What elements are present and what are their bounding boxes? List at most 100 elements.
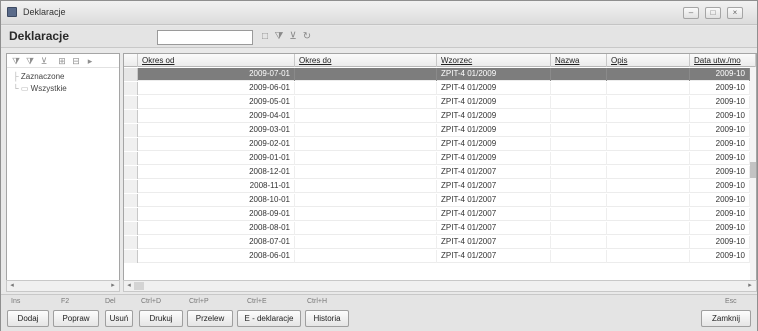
- row-selector[interactable]: [124, 180, 138, 193]
- transfer-button[interactable]: Przelew: [187, 310, 233, 327]
- cell-nazwa[interactable]: [551, 96, 607, 109]
- cell-wzorzec[interactable]: ZPIT-4 01/2007: [437, 208, 551, 221]
- row-selector[interactable]: [124, 208, 138, 221]
- cell-opis[interactable]: [607, 250, 690, 263]
- table-row[interactable]: 2009-03-01 ZPIT-4 01/2009 2009-10: [124, 124, 756, 137]
- cell-nazwa[interactable]: [551, 152, 607, 165]
- table-horizontal-scrollbar[interactable]: ◂ ▸: [123, 280, 757, 292]
- cell-okres-do[interactable]: [295, 138, 437, 151]
- table-row[interactable]: 2008-10-01 ZPIT-4 01/2007 2009-10: [124, 194, 756, 207]
- edit-button[interactable]: Popraw: [53, 310, 99, 327]
- cell-okres-do[interactable]: [295, 222, 437, 235]
- delete-button[interactable]: Usuń: [105, 310, 133, 327]
- table-row[interactable]: 2009-04-01 ZPIT-4 01/2009 2009-10: [124, 110, 756, 123]
- cell-nazwa[interactable]: [551, 236, 607, 249]
- cell-okres-od[interactable]: 2008-07-01: [138, 236, 295, 249]
- expand-all-icon[interactable]: ⊞: [57, 56, 67, 66]
- cell-okres-od[interactable]: 2008-08-01: [138, 222, 295, 235]
- cell-okres-do[interactable]: [295, 250, 437, 263]
- cell-wzorzec[interactable]: ZPIT-4 01/2009: [437, 68, 551, 81]
- table-row[interactable]: 2009-06-01 ZPIT-4 01/2009 2009-10: [124, 82, 756, 95]
- cell-opis[interactable]: [607, 82, 690, 95]
- filter-icon[interactable]: ⧩: [25, 56, 35, 66]
- cell-okres-do[interactable]: [295, 194, 437, 207]
- cell-okres-do[interactable]: [295, 82, 437, 95]
- cell-data-utworzenia[interactable]: 2009-10: [690, 110, 750, 123]
- scrollbar-thumb[interactable]: [750, 162, 756, 178]
- scroll-left-icon[interactable]: ◂: [8, 282, 16, 290]
- row-selector[interactable]: [124, 138, 138, 151]
- cell-okres-do[interactable]: [295, 236, 437, 249]
- cell-data-utworzenia[interactable]: 2009-10: [690, 152, 750, 165]
- table-row[interactable]: 2009-05-01 ZPIT-4 01/2009 2009-10: [124, 96, 756, 109]
- column-header-wzorzec[interactable]: Wzorzec: [437, 54, 551, 67]
- cell-data-utworzenia[interactable]: 2009-10: [690, 194, 750, 207]
- table-row[interactable]: 2009-01-01 ZPIT-4 01/2009 2009-10: [124, 152, 756, 165]
- column-header-nazwa[interactable]: Nazwa: [551, 54, 607, 67]
- cell-okres-do[interactable]: [295, 124, 437, 137]
- table-row[interactable]: 2008-07-01 ZPIT-4 01/2007 2009-10: [124, 236, 756, 249]
- table-row[interactable]: 2008-09-01 ZPIT-4 01/2007 2009-10: [124, 208, 756, 221]
- cell-wzorzec[interactable]: ZPIT-4 01/2007: [437, 250, 551, 263]
- tree-node-wszystkie[interactable]: └ ▭ Wszystkie: [13, 84, 67, 93]
- cell-data-utworzenia[interactable]: 2009-10: [690, 222, 750, 235]
- scroll-right-icon[interactable]: ▸: [746, 282, 754, 290]
- row-selector[interactable]: [124, 250, 138, 263]
- table-row[interactable]: 2008-11-01 ZPIT-4 01/2007 2009-10: [124, 180, 756, 193]
- maximize-button[interactable]: □: [705, 7, 721, 19]
- cell-okres-do[interactable]: [295, 166, 437, 179]
- cell-wzorzec[interactable]: ZPIT-4 01/2007: [437, 166, 551, 179]
- cell-okres-do[interactable]: [295, 110, 437, 123]
- cell-opis[interactable]: [607, 110, 690, 123]
- cell-nazwa[interactable]: [551, 68, 607, 81]
- cell-wzorzec[interactable]: ZPIT-4 01/2007: [437, 236, 551, 249]
- cell-data-utworzenia[interactable]: 2009-10: [690, 166, 750, 179]
- cell-wzorzec[interactable]: ZPIT-4 01/2007: [437, 222, 551, 235]
- row-selector[interactable]: [124, 110, 138, 123]
- row-selector[interactable]: [124, 166, 138, 179]
- close-button[interactable]: ×: [727, 7, 743, 19]
- cell-opis[interactable]: [607, 222, 690, 235]
- cell-okres-do[interactable]: [295, 180, 437, 193]
- cell-okres-od[interactable]: 2008-06-01: [138, 250, 295, 263]
- filter-icon[interactable]: ⧩: [11, 56, 21, 66]
- cell-opis[interactable]: [607, 96, 690, 109]
- cell-nazwa[interactable]: [551, 166, 607, 179]
- row-selector[interactable]: [124, 68, 138, 81]
- cell-wzorzec[interactable]: ZPIT-4 01/2009: [437, 124, 551, 137]
- column-header-opis[interactable]: Opis: [607, 54, 690, 67]
- cell-okres-od[interactable]: 2009-06-01: [138, 82, 295, 95]
- cell-data-utworzenia[interactable]: 2009-10: [690, 96, 750, 109]
- cell-data-utworzenia[interactable]: 2009-10: [690, 138, 750, 151]
- table-row[interactable]: 2008-06-01 ZPIT-4 01/2007 2009-10: [124, 250, 756, 263]
- row-selector[interactable]: [124, 124, 138, 137]
- cell-opis[interactable]: [607, 194, 690, 207]
- row-selector[interactable]: [124, 96, 138, 109]
- cell-opis[interactable]: [607, 124, 690, 137]
- cell-wzorzec[interactable]: ZPIT-4 01/2009: [437, 110, 551, 123]
- cell-wzorzec[interactable]: ZPIT-4 01/2009: [437, 82, 551, 95]
- tree-node-zaznaczone[interactable]: ├ Zaznaczone: [13, 72, 64, 81]
- cell-data-utworzenia[interactable]: 2009-10: [690, 236, 750, 249]
- cell-nazwa[interactable]: [551, 222, 607, 235]
- filter-remove-icon[interactable]: ⊻: [287, 31, 299, 43]
- column-header-okres-od[interactable]: Okres od: [138, 54, 295, 67]
- options-icon[interactable]: ▸: [85, 56, 95, 66]
- cell-data-utworzenia[interactable]: 2009-10: [690, 180, 750, 193]
- table-row[interactable]: 2009-07-01 ZPIT-4 01/2009 2009-10: [124, 68, 756, 81]
- cell-opis[interactable]: [607, 208, 690, 221]
- cell-nazwa[interactable]: [551, 110, 607, 123]
- row-selector[interactable]: [124, 194, 138, 207]
- column-header-data-utworzenia[interactable]: Data utw./mo: [690, 54, 756, 67]
- column-header-okres-do[interactable]: Okres do: [295, 54, 437, 67]
- search-input[interactable]: [157, 30, 253, 45]
- add-button[interactable]: Dodaj: [7, 310, 49, 327]
- cell-nazwa[interactable]: [551, 124, 607, 137]
- cell-okres-do[interactable]: [295, 152, 437, 165]
- cell-nazwa[interactable]: [551, 194, 607, 207]
- cell-wzorzec[interactable]: ZPIT-4 01/2007: [437, 194, 551, 207]
- scrollbar-thumb[interactable]: [134, 282, 144, 290]
- minimize-button[interactable]: –: [683, 7, 699, 19]
- cell-okres-od[interactable]: 2008-12-01: [138, 166, 295, 179]
- row-selector[interactable]: [124, 152, 138, 165]
